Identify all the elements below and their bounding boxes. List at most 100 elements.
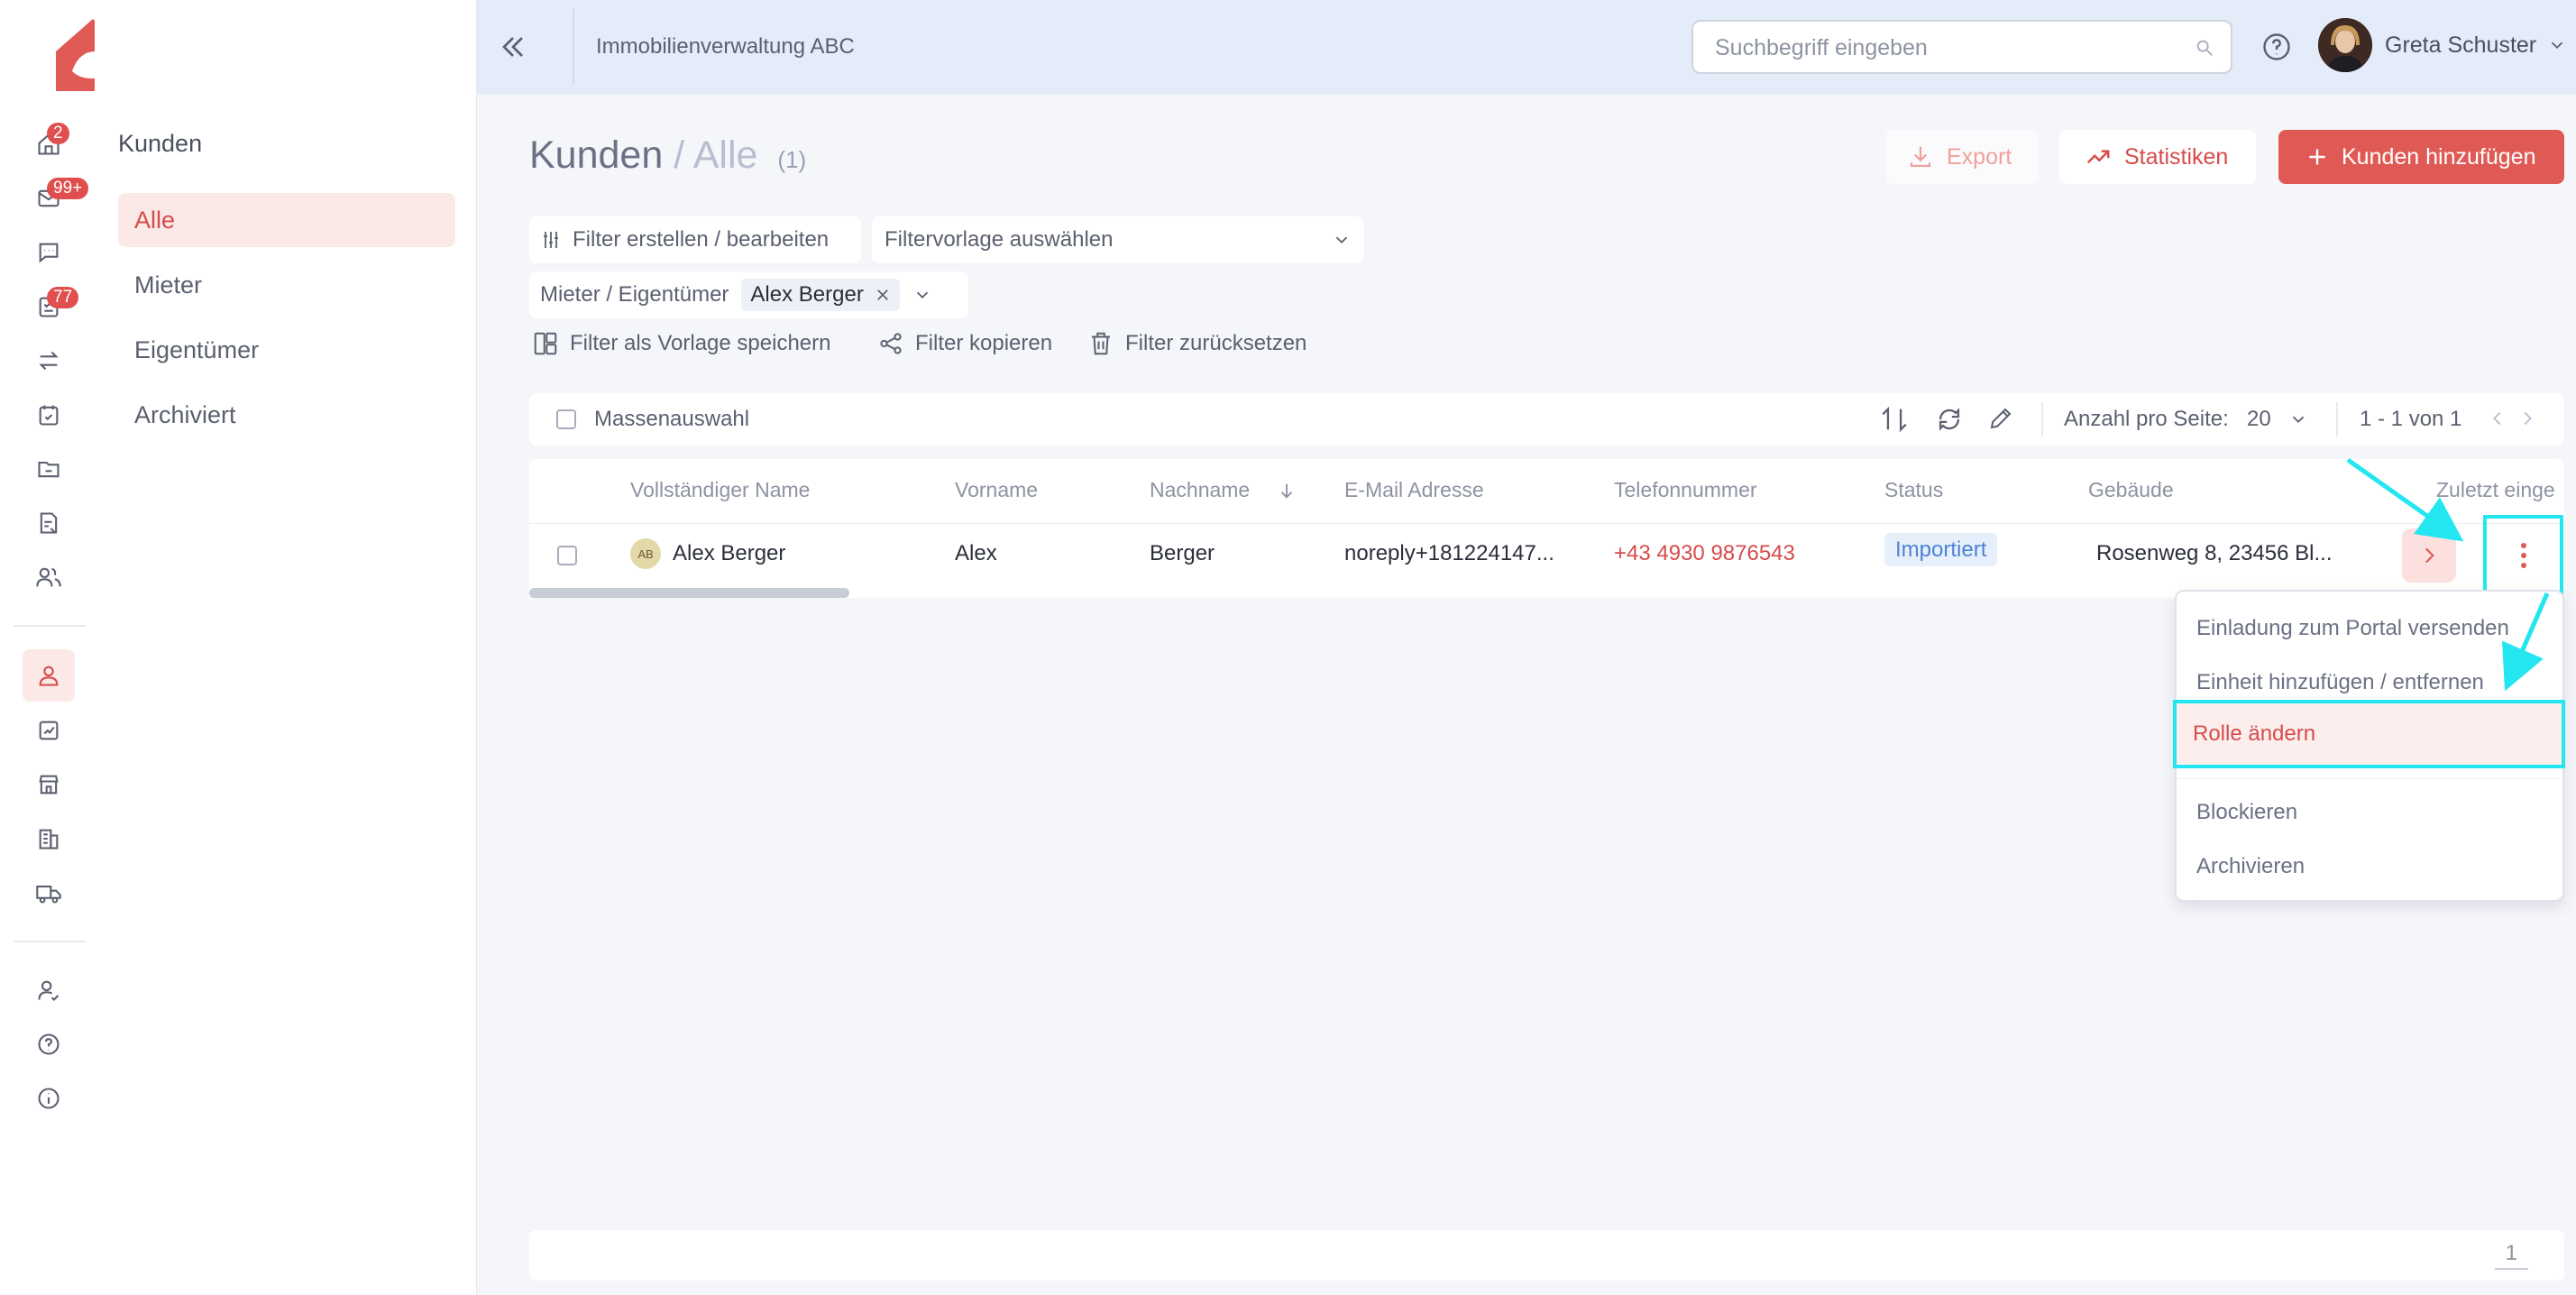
page-title-sub: Alle — [692, 133, 758, 177]
col-header-firstname[interactable]: Vorname — [955, 478, 1038, 502]
subnav-title: Kunden — [118, 130, 203, 157]
help-icon[interactable] — [31, 1026, 67, 1062]
shop-icon[interactable] — [31, 767, 67, 803]
filter-template-placeholder: Filtervorlage auswählen — [885, 227, 1114, 252]
page-title-separator: / — [674, 133, 685, 177]
person-icon[interactable] — [23, 649, 75, 702]
info-icon[interactable] — [31, 1080, 67, 1116]
rail-divider — [14, 625, 86, 627]
chevron-down-icon[interactable] — [2288, 409, 2308, 429]
users-icon[interactable] — [31, 559, 67, 595]
documents-icon[interactable] — [31, 505, 67, 541]
menu-divider — [2177, 778, 2562, 779]
tasks-badge: 77 — [47, 287, 79, 308]
status-badge: Importiert — [1884, 533, 1998, 566]
filter-template-select[interactable]: Filtervorlage auswählen — [872, 216, 1364, 263]
toolbar-divider — [2041, 402, 2043, 436]
bulk-select-checkbox[interactable] — [556, 409, 576, 429]
sliders-icon — [544, 232, 558, 248]
menu-item-change-role[interactable]: Rolle ändern — [2173, 700, 2565, 768]
row-actions-button[interactable] — [2483, 515, 2563, 595]
cell-building: Rosenweg 8, 23456 Bl... — [2096, 541, 2333, 565]
row-actions-menu: Einladung zum Portal versenden Einheit h… — [2173, 590, 2565, 902]
cell-full-name[interactable]: Alex Berger — [673, 541, 785, 566]
subnav-item-owners[interactable]: Eigentümer — [118, 323, 455, 377]
col-header-email[interactable]: E-Mail Adresse — [1344, 478, 1484, 502]
col-header-fullname[interactable]: Vollständiger Name — [630, 478, 810, 502]
chat-icon[interactable] — [31, 234, 67, 271]
company-name: Immobilienverwaltung ABC — [596, 34, 855, 59]
trend-up-icon — [2086, 150, 2110, 164]
refresh-icon[interactable] — [1934, 404, 1965, 435]
collapse-sidebar-icon[interactable] — [495, 29, 531, 65]
cell-email: noreply+181224147... — [1344, 541, 1554, 565]
buildings-icon[interactable] — [31, 821, 67, 857]
calendar-check-icon[interactable] — [31, 397, 67, 433]
subnav-item-all[interactable]: Alle — [118, 193, 455, 247]
rail-divider-2 — [14, 941, 86, 942]
filter-type-label: Mieter / Eigentümer — [540, 282, 729, 307]
filter-edit-button[interactable]: Filter erstellen / bearbeiten — [529, 216, 861, 263]
cell-last-name: Berger — [1150, 541, 1215, 565]
search-input[interactable] — [1713, 34, 2168, 62]
statistics-button[interactable]: Statistiken — [2059, 130, 2256, 184]
statistics-label: Statistiken — [2124, 143, 2229, 170]
filter-tag: Alex Berger — [741, 279, 900, 311]
folder-icon[interactable] — [31, 451, 67, 487]
chevron-down-icon[interactable] — [912, 285, 932, 305]
sort-icon[interactable] — [1879, 404, 1910, 435]
menu-item-block[interactable]: Blockieren — [2177, 785, 2562, 840]
reset-filter-label: Filter zurücksetzen — [1125, 331, 1307, 355]
plus-icon — [2309, 149, 2325, 165]
truck-icon[interactable] — [31, 875, 67, 911]
row-select-checkbox[interactable] — [557, 546, 577, 565]
menu-item-archive[interactable]: Archivieren — [2177, 840, 2562, 894]
transfer-icon[interactable] — [31, 343, 67, 379]
page-title: Kunden / Alle (1) — [529, 133, 806, 178]
layout-icon — [534, 332, 557, 355]
add-customer-label: Kunden hinzufügen — [2342, 143, 2536, 170]
col-header-building[interactable]: Gebäude — [2088, 478, 2174, 502]
filter-edit-label: Filter erstellen / bearbeiten — [573, 227, 830, 252]
subnav-item-tenants[interactable]: Mieter — [118, 258, 455, 312]
customers-subnav: Kunden Alle Mieter Eigentümer Archiviert — [95, 0, 477, 1295]
pagination-range: 1 - 1 von 1 — [2360, 407, 2462, 431]
export-button[interactable]: Export — [1885, 130, 2039, 184]
table-horizontal-scrollbar[interactable] — [529, 588, 849, 598]
save-filter-template-label: Filter als Vorlage speichern — [570, 331, 831, 355]
add-customer-button[interactable]: Kunden hinzufügen — [2278, 130, 2564, 184]
col-header-status[interactable]: Status — [1884, 478, 1943, 502]
pagination-footer: 1 — [529, 1230, 2564, 1281]
sort-arrow-down-icon[interactable] — [1277, 480, 1297, 501]
page-number[interactable]: 1 — [2494, 1239, 2528, 1270]
chevron-left-icon[interactable] — [2488, 409, 2507, 428]
close-icon[interactable] — [875, 287, 891, 303]
per-page-value[interactable]: 20 — [2247, 407, 2271, 432]
filter-type-chip[interactable]: Mieter / Eigentümer Alex Berger — [529, 271, 968, 318]
table-header-divider — [529, 523, 2564, 524]
contracts-icon[interactable] — [31, 712, 67, 749]
col-header-lastname[interactable]: Nachname — [1150, 478, 1250, 502]
save-filter-template-button[interactable]: Filter als Vorlage speichern — [532, 330, 830, 357]
col-header-last-login[interactable]: Zuletzt einge — [2436, 478, 2564, 502]
menu-item-send-invitation[interactable]: Einladung zum Portal versenden — [2177, 602, 2562, 656]
copy-filter-button[interactable]: Filter kopieren — [877, 330, 1052, 357]
user-check-icon[interactable] — [31, 972, 67, 1008]
toolbar-divider-2 — [2336, 402, 2338, 436]
col-header-phone[interactable]: Telefonnummer — [1614, 478, 1757, 502]
user-menu[interactable]: Greta Schuster — [2318, 18, 2567, 72]
topbar-help-icon[interactable] — [2260, 31, 2293, 63]
icon-rail: idwell 2 99+ 77 — [0, 0, 378, 1295]
chevron-right-icon — [2425, 547, 2434, 564]
reset-filter-button[interactable]: Filter zurücksetzen — [1087, 330, 1306, 357]
subnav-item-archived[interactable]: Archiviert — [118, 388, 455, 442]
chevron-right-icon[interactable] — [2517, 409, 2537, 428]
search-icon[interactable] — [2195, 38, 2214, 58]
more-vertical-icon — [2520, 542, 2526, 568]
open-detail-button[interactable] — [2402, 528, 2456, 583]
search-box — [1691, 20, 2232, 74]
download-icon — [1910, 146, 1931, 168]
table-toolbar: Massenauswahl Anzahl pro Seite: 20 1 - 1… — [529, 393, 2564, 445]
cell-phone[interactable]: +43 4930 9876543 — [1614, 541, 1795, 566]
edit-icon[interactable] — [1987, 405, 2014, 432]
